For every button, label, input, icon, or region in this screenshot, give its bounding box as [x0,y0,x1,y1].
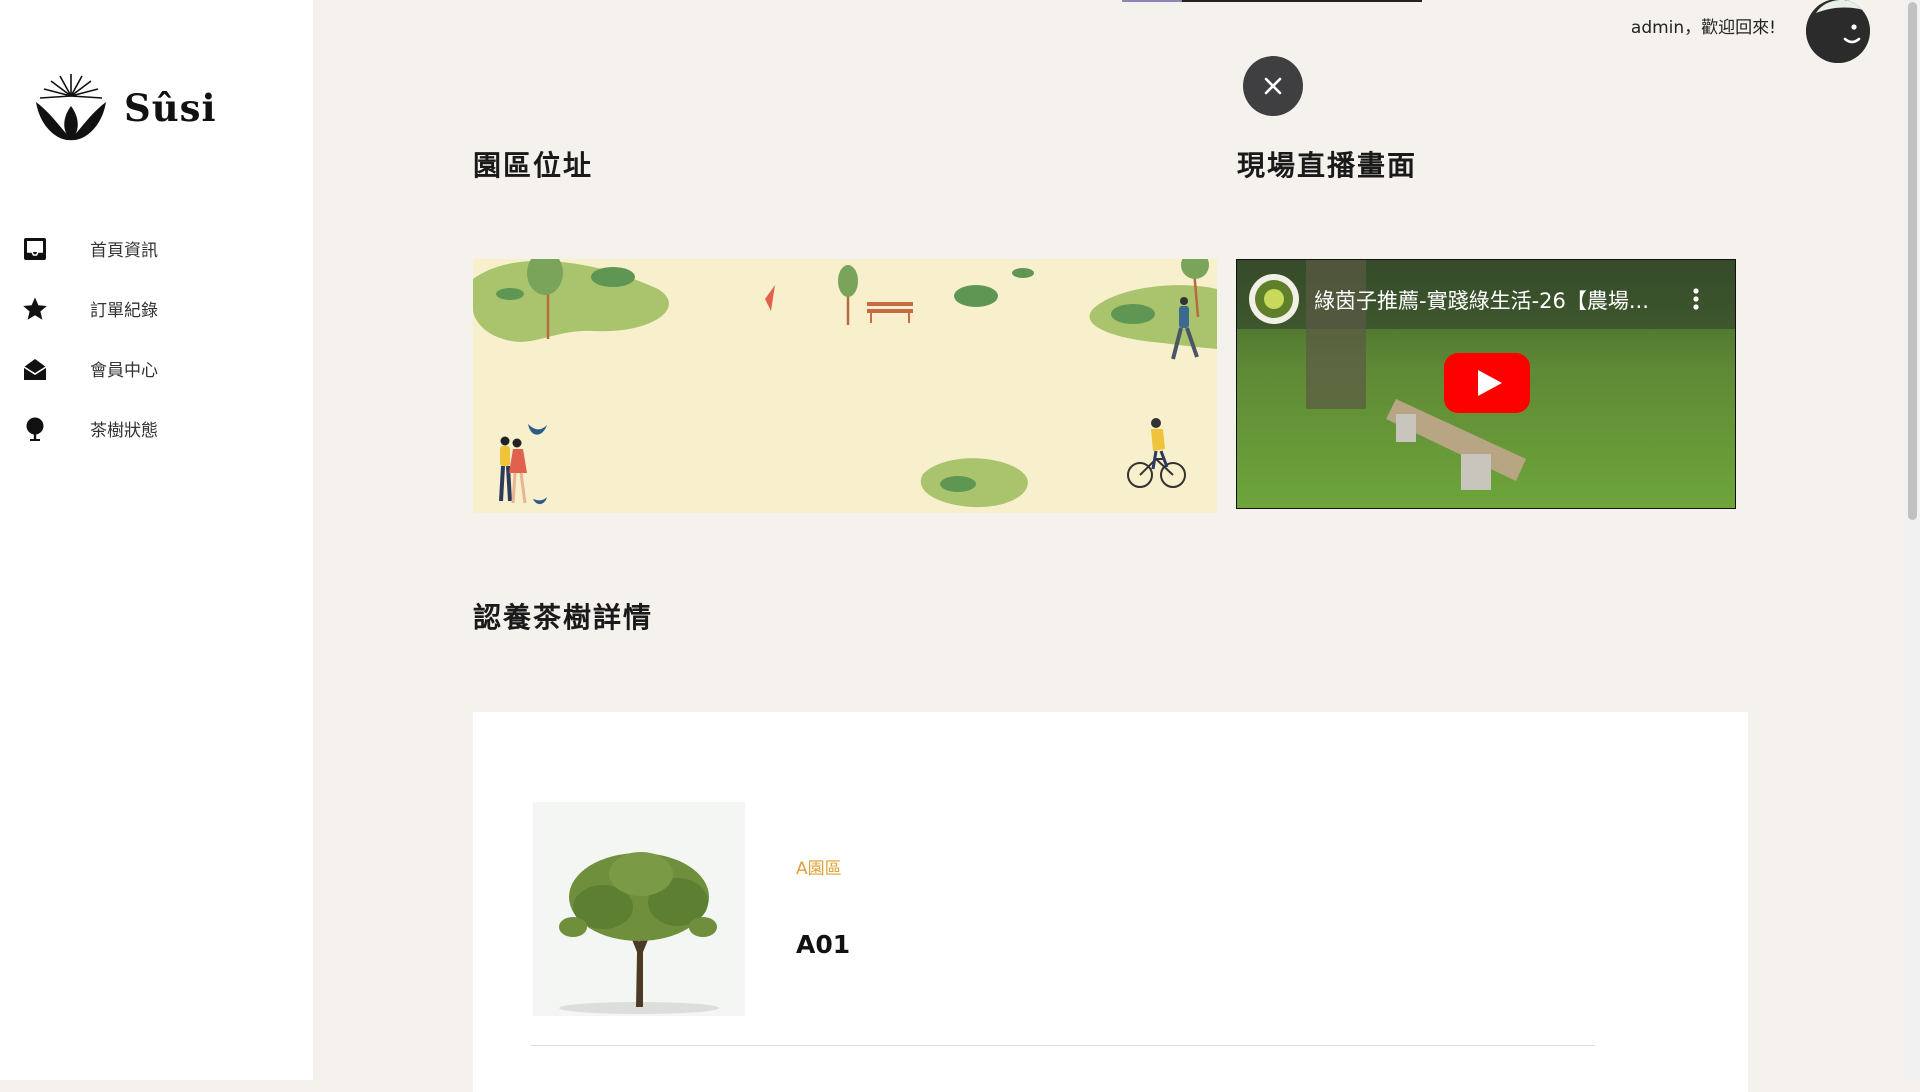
sidebar-item-tree-status[interactable]: 茶樹狀態 [0,398,313,458]
lotus-logo-icon [36,74,106,141]
divider [531,1045,1595,1046]
avatar-icon [1806,0,1870,63]
sidebar-item-member[interactable]: 會員中心 [0,338,313,398]
top-progress-strip [1122,0,1422,2]
tree-detail-card: A園區 A01 [473,712,1748,1092]
user-greeting: admin，歡迎回來! [1630,18,1776,38]
sidebar-item-label: 首頁資訊 [90,240,158,261]
envelope-open-icon [23,359,47,380]
live-section-title: 現場直播畫面 [1237,149,1418,182]
park-map-illustration[interactable] [473,259,1217,513]
scrollbar-thumb[interactable] [1908,2,1917,520]
park-map-image [473,259,1217,513]
tree-image [559,852,719,1014]
star-icon [23,297,47,320]
close-button[interactable] [1243,56,1303,116]
youtube-play-icon[interactable] [1444,353,1530,413]
channel-avatar-icon [1249,274,1299,324]
video-title[interactable]: 綠茵子推薦-實踐綠生活-26【農場... [1314,285,1649,315]
tree-icon [26,417,44,441]
sidebar-item-label: 訂單紀錄 [90,300,158,321]
sidebar-item-orders[interactable]: 訂單紀錄 [0,278,313,338]
sidebar: Sûsi 首頁資訊 訂單紀錄 會員中心 茶樹狀態 [0,0,313,1080]
sidebar-item-label: 茶樹狀態 [90,420,158,441]
brand-name: Sûsi [124,86,217,130]
tree-zone-label: A園區 [796,859,842,879]
kebab-menu-icon[interactable] [1692,287,1700,311]
sidebar-nav: 首頁資訊 訂單紀錄 會員中心 茶樹狀態 [0,218,313,458]
avatar[interactable] [1806,0,1870,63]
sidebar-item-home[interactable]: 首頁資訊 [0,218,313,278]
sidebar-item-label: 會員中心 [90,360,158,381]
tree-photo [533,802,745,1016]
live-video-player[interactable]: 綠茵子推薦-實踐綠生活-26【農場... [1236,259,1736,509]
location-section-title: 園區位址 [473,149,594,182]
tree-code: A01 [796,930,851,959]
inbox-icon [24,238,46,260]
page-scrollbar[interactable] [1905,0,1920,1080]
detail-section-title: 認養茶樹詳情 [473,601,654,634]
close-icon [1264,77,1282,95]
user-area: admin，歡迎回來! [1590,0,1890,63]
brand-logo[interactable]: Sûsi [32,72,217,144]
